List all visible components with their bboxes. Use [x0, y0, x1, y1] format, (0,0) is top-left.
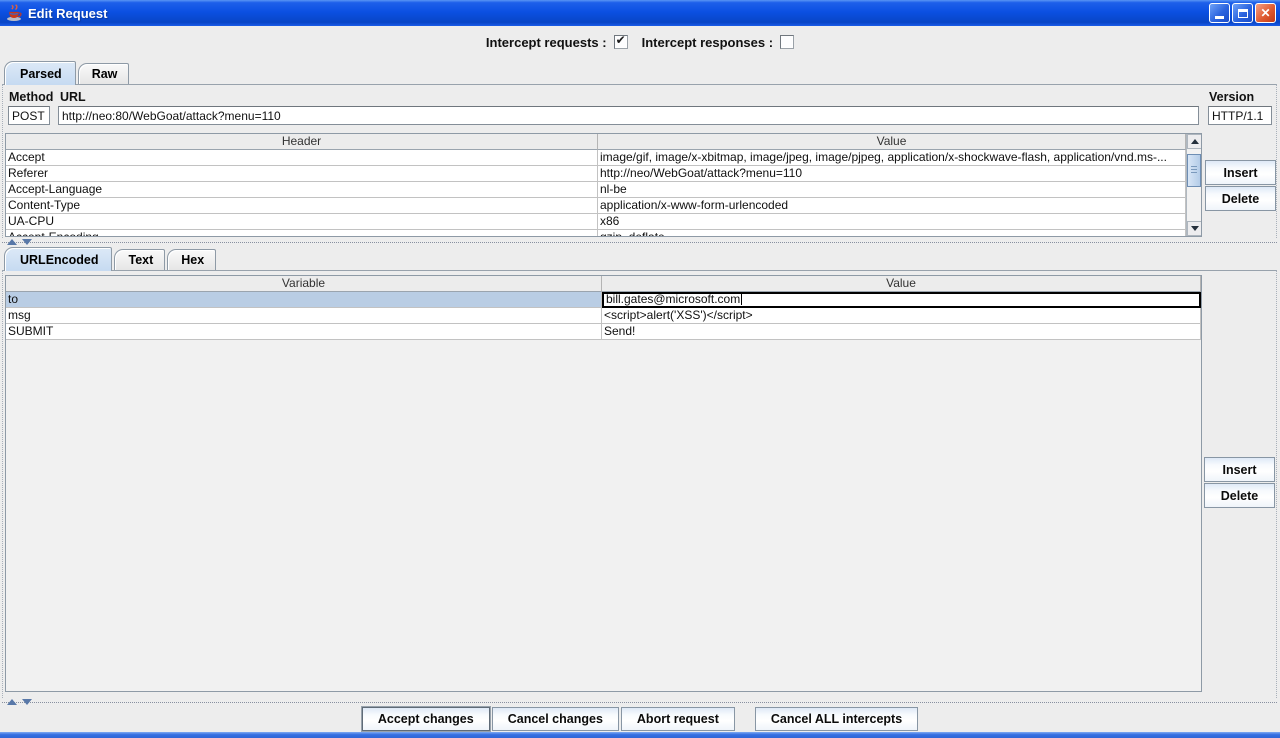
- text-caret: [741, 294, 742, 305]
- param-row[interactable]: to bill.gates@microsoft.com: [6, 292, 1201, 308]
- params-column-header-variable[interactable]: Variable: [6, 276, 602, 292]
- arrow-down-icon: [1191, 226, 1199, 231]
- action-cancel-all-intercepts-button[interactable]: Cancel ALL intercepts: [755, 707, 918, 731]
- header-value-cell[interactable]: x86: [598, 214, 1186, 230]
- params-column-header-value[interactable]: Value: [602, 276, 1201, 292]
- header-value-cell[interactable]: nl-be: [598, 182, 1186, 198]
- action-cancel-changes-button[interactable]: Cancel changes: [492, 707, 619, 731]
- param-name-cell[interactable]: msg: [6, 308, 602, 324]
- tab-urlencoded[interactable]: URLEncoded: [4, 247, 112, 271]
- header-row[interactable]: Accept-Encodinggzip, deflate: [6, 230, 1186, 236]
- headers-delete-button[interactable]: Delete: [1205, 186, 1276, 211]
- params-table-head: VariableValue: [6, 276, 1201, 292]
- headers-column-header-value[interactable]: Value: [598, 134, 1186, 150]
- header-row[interactable]: Content-Typeapplication/x-www-form-urlen…: [6, 198, 1186, 214]
- content-panel: VariableValue to bill.gates@microsoft.com…: [2, 270, 1277, 698]
- intercept-bar: Intercept requests : Intercept responses…: [0, 26, 1280, 58]
- method-label: Method: [9, 90, 53, 104]
- header-name-cell[interactable]: Accept: [6, 150, 598, 166]
- header-name-cell[interactable]: Content-Type: [6, 198, 598, 214]
- scrollbar-thumb[interactable]: [1187, 154, 1201, 187]
- minimize-button[interactable]: [1209, 3, 1230, 23]
- maximize-button[interactable]: [1232, 3, 1253, 23]
- close-button[interactable]: ✕: [1255, 3, 1276, 23]
- header-row[interactable]: Accept-Languagenl-be: [6, 182, 1186, 198]
- split-divider-top[interactable]: [2, 238, 1277, 246]
- titlebar[interactable]: Edit Request ✕: [0, 0, 1280, 26]
- collapse-down-icon[interactable]: [22, 699, 32, 705]
- scroll-down-button[interactable]: [1187, 221, 1202, 236]
- arrow-up-icon: [1191, 139, 1199, 144]
- content-tabs: URLEncodedTextHex: [4, 246, 218, 270]
- header-row[interactable]: UA-CPUx86: [6, 214, 1186, 230]
- close-icon: ✕: [1260, 6, 1270, 20]
- headers-table-head: HeaderValue: [6, 134, 1186, 150]
- param-name-cell[interactable]: SUBMIT: [6, 324, 602, 340]
- header-value-cell[interactable]: gzip, deflate: [598, 230, 1186, 236]
- headers-scrollbar[interactable]: [1186, 134, 1201, 236]
- request-tabs: ParsedRaw: [4, 60, 131, 84]
- request-panel: Method URL Version HeaderValue Acceptima…: [2, 84, 1277, 238]
- window-controls: ✕: [1209, 3, 1276, 23]
- action-bar: Accept changesCancel changesAbort reques…: [0, 706, 1280, 732]
- param-value-cell[interactable]: bill.gates@microsoft.com: [602, 292, 1201, 308]
- collapse-down-icon[interactable]: [22, 239, 32, 245]
- tab-parsed[interactable]: Parsed: [4, 61, 76, 85]
- param-value-cell[interactable]: <script>alert('XSS')</script>: [602, 308, 1201, 324]
- header-value-cell[interactable]: application/x-www-form-urlencoded: [598, 198, 1186, 214]
- headers-table: HeaderValue Acceptimage/gif, image/x-xbi…: [6, 134, 1186, 236]
- header-name-cell[interactable]: Accept-Encoding: [6, 230, 598, 236]
- params-scrollpane: VariableValue to bill.gates@microsoft.com…: [5, 275, 1202, 692]
- collapse-up-icon[interactable]: [7, 239, 17, 245]
- headers-insert-button[interactable]: Insert: [1205, 160, 1276, 185]
- headers-scrollpane: HeaderValue Acceptimage/gif, image/x-xbi…: [5, 133, 1202, 237]
- tab-hex[interactable]: Hex: [167, 249, 216, 270]
- window-bottom-border: [0, 732, 1280, 738]
- window-title: Edit Request: [28, 6, 107, 21]
- header-value-cell[interactable]: http://neo/WebGoat/attack?menu=110: [598, 166, 1186, 182]
- param-value-cell[interactable]: Send!: [602, 324, 1201, 340]
- intercept-requests-checkbox[interactable]: [614, 35, 628, 49]
- param-name-cell[interactable]: to: [6, 292, 602, 308]
- header-value-cell[interactable]: image/gif, image/x-xbitmap, image/jpeg, …: [598, 150, 1186, 166]
- maximize-icon: [1238, 9, 1248, 18]
- java-coffee-icon: [5, 4, 23, 22]
- collapse-up-icon[interactable]: [7, 699, 17, 705]
- header-name-cell[interactable]: UA-CPU: [6, 214, 598, 230]
- intercept-responses-checkbox[interactable]: [780, 35, 794, 49]
- split-divider-bottom[interactable]: [2, 698, 1277, 706]
- tab-raw[interactable]: Raw: [78, 63, 130, 84]
- edit-request-window: Edit Request ✕ Intercept requests : Inte…: [0, 0, 1280, 738]
- param-row[interactable]: SUBMITSend!: [6, 324, 1201, 340]
- url-label: URL: [60, 90, 86, 104]
- header-row[interactable]: Acceptimage/gif, image/x-xbitmap, image/…: [6, 150, 1186, 166]
- header-name-cell[interactable]: Accept-Language: [6, 182, 598, 198]
- params-delete-button[interactable]: Delete: [1204, 483, 1275, 508]
- cell-editor-text: bill.gates@microsoft.com: [606, 292, 740, 306]
- action-abort-request-button[interactable]: Abort request: [621, 707, 735, 731]
- tab-text[interactable]: Text: [114, 249, 165, 270]
- version-label: Version: [1209, 90, 1254, 104]
- action-accept-changes-button[interactable]: Accept changes: [362, 707, 490, 731]
- minimize-icon: [1215, 16, 1224, 19]
- header-row[interactable]: Refererhttp://neo/WebGoat/attack?menu=11…: [6, 166, 1186, 182]
- method-field[interactable]: [8, 106, 50, 125]
- param-row[interactable]: msg<script>alert('XSS')</script>: [6, 308, 1201, 324]
- intercept-responses-label: Intercept responses :: [642, 35, 774, 50]
- version-field[interactable]: [1208, 106, 1272, 125]
- header-name-cell[interactable]: Referer: [6, 166, 598, 182]
- intercept-requests-label: Intercept requests :: [486, 35, 607, 50]
- params-insert-button[interactable]: Insert: [1204, 457, 1275, 482]
- scroll-up-button[interactable]: [1187, 134, 1202, 149]
- url-field[interactable]: [58, 106, 1199, 125]
- params-table: VariableValue to bill.gates@microsoft.com…: [6, 276, 1201, 691]
- headers-column-header-header[interactable]: Header: [6, 134, 598, 150]
